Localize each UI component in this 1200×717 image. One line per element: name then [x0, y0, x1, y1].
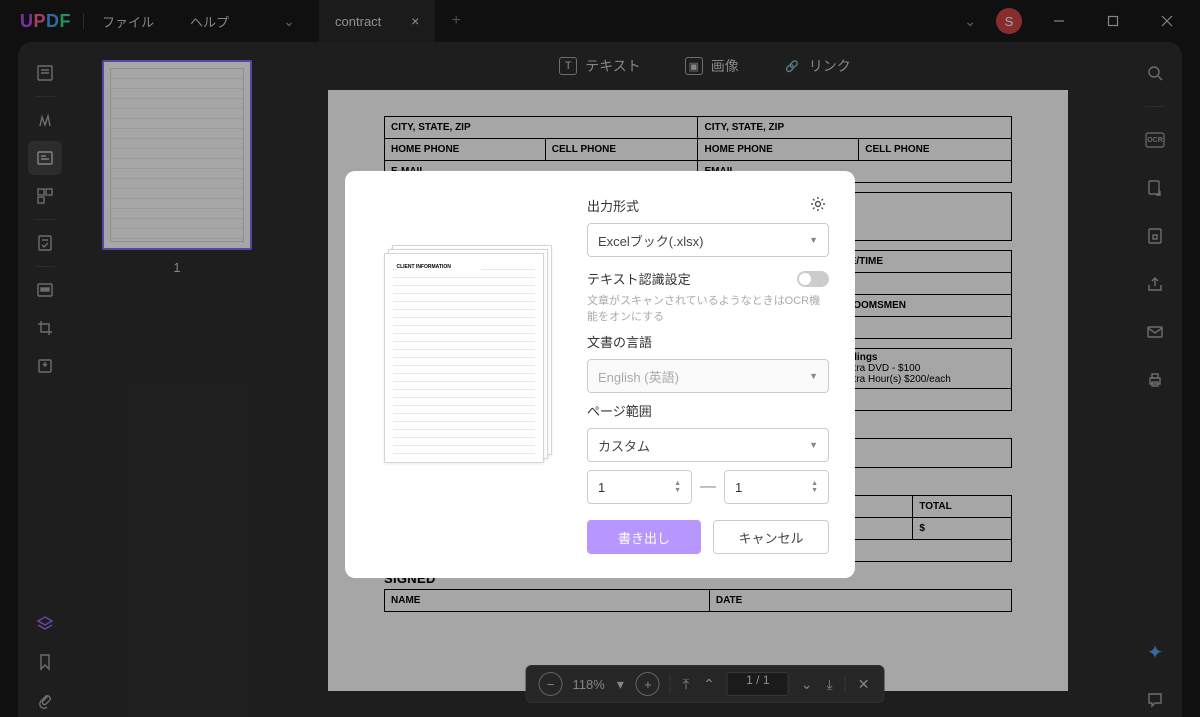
language-select[interactable]: English (英語)▼ — [587, 359, 829, 393]
language-label: 文書の言語 — [587, 332, 829, 351]
export-preview — [371, 195, 561, 554]
range-to-input[interactable]: 1▲▼ — [724, 470, 829, 504]
export-button[interactable]: 書き出し — [587, 520, 701, 554]
range-separator: — — [700, 478, 716, 496]
range-label: ページ範囲 — [587, 401, 829, 420]
range-select[interactable]: カスタム▼ — [587, 428, 829, 462]
output-format-label: 出力形式 — [587, 196, 639, 215]
format-select[interactable]: Excelブック(.xlsx)▼ — [587, 223, 829, 257]
range-from-input[interactable]: 1▲▼ — [587, 470, 692, 504]
cancel-button[interactable]: キャンセル — [713, 520, 829, 554]
ocr-label: テキスト認識設定 — [587, 269, 691, 288]
export-modal: 出力形式 Excelブック(.xlsx)▼ テキスト認識設定 文章がスキャンされ… — [345, 171, 855, 578]
gear-icon[interactable] — [809, 195, 829, 215]
ocr-hint: 文章がスキャンされているようなときはOCR機能をオンにする — [587, 292, 829, 324]
ocr-toggle[interactable] — [797, 271, 829, 287]
